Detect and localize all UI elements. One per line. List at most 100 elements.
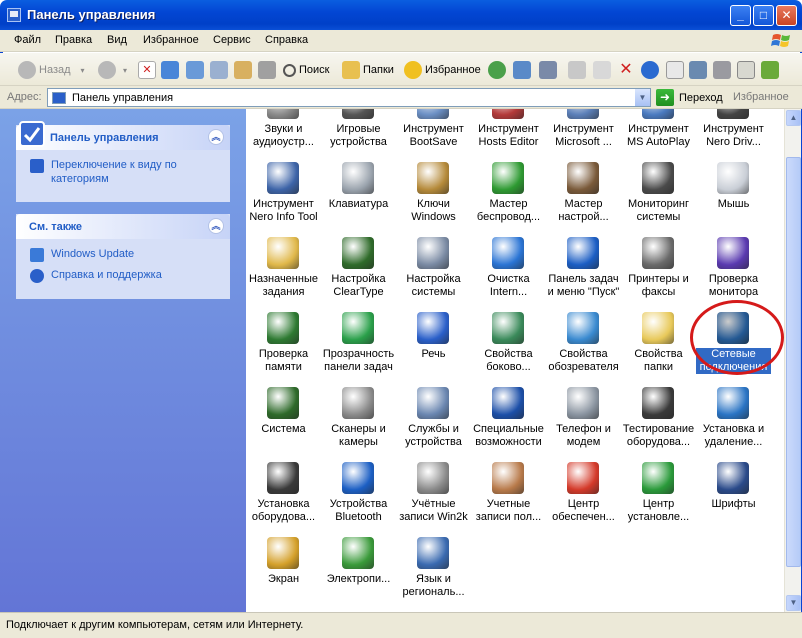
collapse-chevron-icon[interactable]: ︽ (208, 218, 224, 234)
control-panel-item[interactable]: Инструмент BootSave (396, 109, 471, 162)
control-panel-item[interactable]: Инструмент Hosts Editor (471, 109, 546, 162)
control-panel-item[interactable]: Проверка монитора (696, 237, 771, 312)
scroll-down-icon[interactable]: ▼ (786, 595, 801, 611)
maximize-button[interactable]: □ (753, 5, 774, 26)
item-label: Экран (267, 573, 300, 585)
windows-update-link[interactable]: Windows Update (30, 247, 220, 262)
history-icon[interactable] (210, 61, 228, 79)
control-panel-item[interactable]: Установка и удаление... (696, 387, 771, 462)
close-button[interactable]: ✕ (776, 5, 797, 26)
control-panel-item[interactable]: Установка оборудова... (246, 462, 321, 537)
control-panel-item[interactable]: Ключи Windows (396, 162, 471, 237)
menu-view[interactable]: Вид (107, 34, 127, 46)
control-panel-item[interactable]: Язык и региональ... (396, 537, 471, 612)
folders-button[interactable]: Папки (342, 59, 394, 81)
windows-update-icon (30, 248, 44, 262)
switch-view-link[interactable]: Переключение к виду по категориям (30, 158, 220, 186)
go-button[interactable]: ➜ Переход (656, 89, 723, 106)
control-panel-item[interactable]: Специальные возможности (471, 387, 546, 462)
tools-icon[interactable] (713, 61, 731, 79)
control-panel-item[interactable]: Система (246, 387, 321, 462)
display-icon (267, 537, 299, 569)
control-panel-item[interactable]: Инструмент Nero Info Tool (246, 162, 321, 237)
stop-icon[interactable]: ✕ (138, 61, 156, 79)
item-label: Тестирование оборудова... (622, 423, 695, 448)
control-panel-item[interactable]: Электропи... (321, 537, 396, 612)
favorites-button[interactable]: Избранное (404, 59, 481, 81)
control-panel-item[interactable]: Назначенные задания (246, 237, 321, 312)
collapse-chevron-icon[interactable]: ︽ (208, 129, 224, 145)
control-panel-item[interactable]: Свойства боково... (471, 312, 546, 387)
control-panel-item[interactable]: Настройка системы (396, 237, 471, 312)
control-panel-item[interactable]: Сканеры и камеры (321, 387, 396, 462)
scroll-thumb[interactable] (786, 157, 801, 567)
control-panel-panel-header[interactable]: Панель управления ︽ (16, 121, 230, 150)
control-panel-item[interactable]: Прозрачность панели задач (321, 312, 396, 387)
address-dropdown-icon[interactable]: ▼ (634, 89, 650, 106)
properties-icon[interactable] (666, 61, 684, 79)
control-panel-item[interactable]: Принтеры и факсы (621, 237, 696, 312)
control-panel-item[interactable]: Мастер беспровод... (471, 162, 546, 237)
control-panel-item[interactable]: Учётные записи Win2k (396, 462, 471, 537)
copy-icon[interactable] (568, 61, 586, 79)
control-panel-item[interactable]: Проверка памяти (246, 312, 321, 387)
control-panel-item[interactable]: Свойства обозревателя (546, 312, 621, 387)
menu-tools[interactable]: Сервис (213, 34, 251, 46)
control-panel-item[interactable]: Инструмент Microsoft ... (546, 109, 621, 162)
scroll-up-icon[interactable]: ▲ (786, 110, 801, 126)
control-panel-item[interactable]: Речь (396, 312, 471, 387)
see-also-panel-header[interactable]: См. также ︽ (16, 214, 230, 239)
menu-edit[interactable]: Правка (55, 34, 92, 46)
control-panel-item[interactable]: Панель задач и меню "Пуск" (546, 237, 621, 312)
control-panel-item[interactable]: Телефон и модем (546, 387, 621, 462)
clipboard-icon[interactable] (737, 61, 755, 79)
item-label: Инструмент MS AutoPlay (627, 123, 690, 148)
control-panel-item[interactable]: Сетевые подключения (696, 312, 771, 387)
search-button[interactable]: Поиск (283, 59, 329, 81)
cut-icon[interactable] (258, 61, 276, 79)
mail-icon[interactable] (513, 61, 531, 79)
undo-icon[interactable] (641, 61, 659, 79)
windows-logo-icon (771, 34, 790, 47)
window-title: Панель управления (27, 7, 156, 22)
minimize-button[interactable]: _ (730, 5, 751, 26)
control-panel-item[interactable]: Центр установле... (621, 462, 696, 537)
control-panel-item[interactable]: Настройка ClearType (321, 237, 396, 312)
control-panel-item[interactable]: Мастер настрой... (546, 162, 621, 237)
control-panel-item[interactable]: Клавиатура (321, 162, 396, 237)
control-panel-item[interactable]: Службы и устройства (396, 387, 471, 462)
control-panel-item[interactable]: Экран (246, 537, 321, 612)
control-panel-item[interactable]: Инструмент MS AutoPlay (621, 109, 696, 162)
media-icon[interactable] (488, 61, 506, 79)
views-icon[interactable] (539, 61, 557, 79)
back-button[interactable]: Назад ▾ (18, 59, 85, 81)
control-panel-item[interactable]: Центр обеспечен... (546, 462, 621, 537)
control-panel-item[interactable]: Инструмент Nero Driv... (696, 109, 771, 162)
address-input[interactable]: Панель управления ▼ (47, 88, 651, 107)
delete-icon[interactable]: ✕ (617, 61, 635, 79)
refresh-icon[interactable] (161, 61, 179, 79)
help-support-link[interactable]: Справка и поддержка (30, 268, 220, 283)
control-panel-item[interactable]: Игровые устройства (321, 109, 396, 162)
folder-up-icon[interactable] (234, 61, 252, 79)
menu-favorites[interactable]: Избранное (143, 34, 199, 46)
item-label: Установка оборудова... (251, 498, 316, 523)
control-panel-item[interactable]: Очистка Intern... (471, 237, 546, 312)
check-icon[interactable] (761, 61, 779, 79)
control-panel-item[interactable]: Тестирование оборудова... (621, 387, 696, 462)
home-icon[interactable] (186, 61, 204, 79)
control-panel-item[interactable]: Устройства Bluetooth (321, 462, 396, 537)
forward-button[interactable]: ▾ (98, 59, 127, 81)
menu-help[interactable]: Справка (265, 34, 308, 46)
control-panel-item[interactable]: Мышь (696, 162, 771, 237)
menu-file[interactable]: Файл (14, 34, 41, 46)
control-panel-item[interactable]: Шрифты (696, 462, 771, 537)
vertical-scrollbar[interactable]: ▲ ▼ (784, 109, 801, 612)
wand-icon[interactable] (689, 61, 707, 79)
links-label[interactable]: Избранное (733, 91, 789, 103)
control-panel-item[interactable]: Учетные записи пол... (471, 462, 546, 537)
control-panel-item[interactable]: Мониторинг системы (621, 162, 696, 237)
control-panel-item[interactable]: Свойства папки (621, 312, 696, 387)
paste-icon[interactable] (593, 61, 611, 79)
control-panel-item[interactable]: Звуки и аудиоустр... (246, 109, 321, 162)
